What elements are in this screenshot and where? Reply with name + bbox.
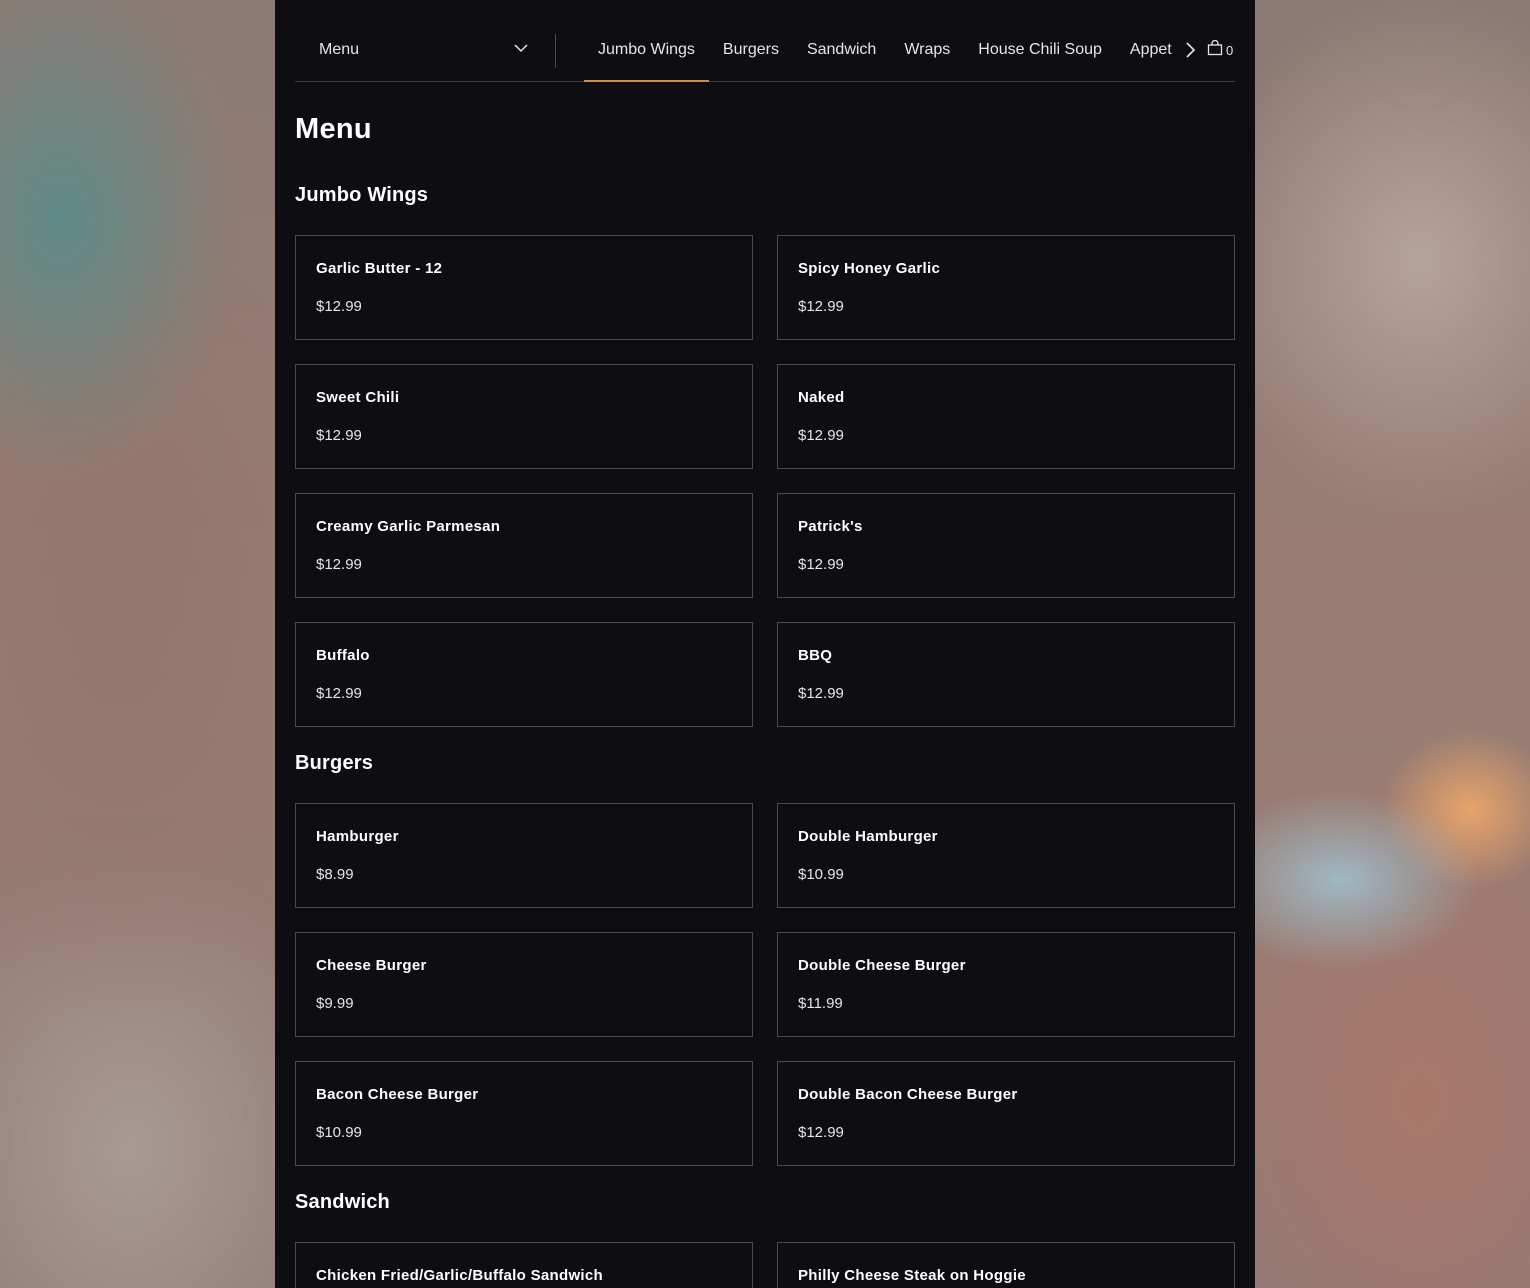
tab-appetizers[interactable]: Appet: [1116, 0, 1179, 82]
menu-item-name: Bacon Cheese Burger: [316, 1086, 479, 1103]
menu-item-card[interactable]: BBQ $12.99: [777, 622, 1235, 727]
menu-item-card[interactable]: Buffalo $12.99: [295, 622, 753, 727]
menu-item-name: Garlic Butter - 12: [316, 260, 443, 277]
menu-nav-bar: Menu Jumbo Wings Burgers Sandwich Wraps Hous…: [295, 0, 1235, 82]
section-title-burgers: Burgers: [295, 752, 374, 774]
tab-house-chili-soup[interactable]: House Chili Soup: [964, 0, 1116, 82]
menu-item-price: $12.99: [798, 556, 844, 573]
menu-item-name: Philly Cheese Steak on Hoggie: [798, 1267, 1026, 1284]
menu-item-price: $10.99: [798, 866, 844, 883]
cart-count: 0: [1226, 43, 1234, 58]
menu-item-name: Chicken Fried/Garlic/Buffalo Sandwich: [316, 1267, 603, 1284]
menu-item-card[interactable]: Sweet Chili $12.99: [295, 364, 753, 469]
menu-item-card[interactable]: Philly Cheese Steak on Hoggie: [777, 1242, 1235, 1288]
menu-item-card[interactable]: Bacon Cheese Burger $10.99: [295, 1061, 753, 1166]
chevron-down-icon: [513, 40, 529, 61]
menu-item-price: $9.99: [316, 995, 354, 1012]
menu-item-name: Buffalo: [316, 647, 370, 664]
menu-item-price: $12.99: [798, 1124, 844, 1141]
menu-panel: Menu Jumbo Wings Burgers Sandwich Wraps Hous…: [275, 0, 1255, 1288]
menu-item-name: Naked: [798, 389, 845, 406]
menu-item-name: Hamburger: [316, 828, 399, 845]
category-tabs: Jumbo Wings Burgers Sandwich Wraps House Chi…: [584, 0, 1179, 82]
menu-item-name: Sweet Chili: [316, 389, 400, 406]
tab-sandwich[interactable]: Sandwich: [793, 0, 890, 82]
menu-item-card[interactable]: Patrick's $12.99: [777, 493, 1235, 598]
menu-item-card[interactable]: Cheese Burger $9.99: [295, 932, 753, 1037]
menu-item-name: BBQ: [798, 647, 833, 664]
nav-divider: [555, 34, 556, 68]
page-title: Menu: [295, 113, 372, 145]
section-title-sandwich: Sandwich: [295, 1191, 390, 1213]
menu-item-price: $12.99: [798, 427, 844, 444]
menu-item-card[interactable]: Double Hamburger $10.99: [777, 803, 1235, 908]
menu-item-price: $12.99: [316, 298, 362, 315]
menu-item-name: Cheese Burger: [316, 957, 427, 974]
chevron-right-icon[interactable]: [1182, 40, 1198, 60]
menu-item-name: Patrick's: [798, 518, 863, 535]
menu-item-card[interactable]: Spicy Honey Garlic $12.99: [777, 235, 1235, 340]
menu-item-price: $12.99: [798, 298, 844, 315]
menu-item-price: $12.99: [798, 685, 844, 702]
tab-wraps[interactable]: Wraps: [890, 0, 964, 82]
menu-item-price: $12.99: [316, 556, 362, 573]
menu-item-name: Creamy Garlic Parmesan: [316, 518, 501, 535]
menu-item-name: Double Cheese Burger: [798, 957, 966, 974]
cart-button[interactable]: 0: [1207, 39, 1234, 61]
menu-item-price: $11.99: [798, 995, 843, 1012]
menu-item-name: Double Bacon Cheese Burger: [798, 1086, 1018, 1103]
menu-item-name: Spicy Honey Garlic: [798, 260, 941, 277]
menu-item-price: $12.99: [316, 427, 362, 444]
menu-item-card[interactable]: Double Cheese Burger $11.99: [777, 932, 1235, 1037]
tab-jumbo-wings[interactable]: Jumbo Wings: [584, 0, 709, 82]
menu-item-card[interactable]: Creamy Garlic Parmesan $12.99: [295, 493, 753, 598]
menu-item-card[interactable]: Naked $12.99: [777, 364, 1235, 469]
shopping-bag-icon: [1207, 39, 1223, 61]
section-title-jumbo-wings: Jumbo Wings: [295, 184, 429, 206]
menu-selector[interactable]: Menu: [319, 34, 529, 66]
menu-item-card[interactable]: Garlic Butter - 12 $12.99: [295, 235, 753, 340]
menu-item-price: $8.99: [316, 866, 354, 883]
menu-item-price: $10.99: [316, 1124, 362, 1141]
menu-selector-label: Menu: [319, 41, 360, 58]
menu-item-card[interactable]: Double Bacon Cheese Burger $12.99: [777, 1061, 1235, 1166]
menu-item-card[interactable]: Hamburger $8.99: [295, 803, 753, 908]
menu-item-price: $12.99: [316, 685, 362, 702]
tab-burgers[interactable]: Burgers: [709, 0, 793, 82]
menu-item-name: Double Hamburger: [798, 828, 938, 845]
menu-item-card[interactable]: Chicken Fried/Garlic/Buffalo Sandwich: [295, 1242, 753, 1288]
